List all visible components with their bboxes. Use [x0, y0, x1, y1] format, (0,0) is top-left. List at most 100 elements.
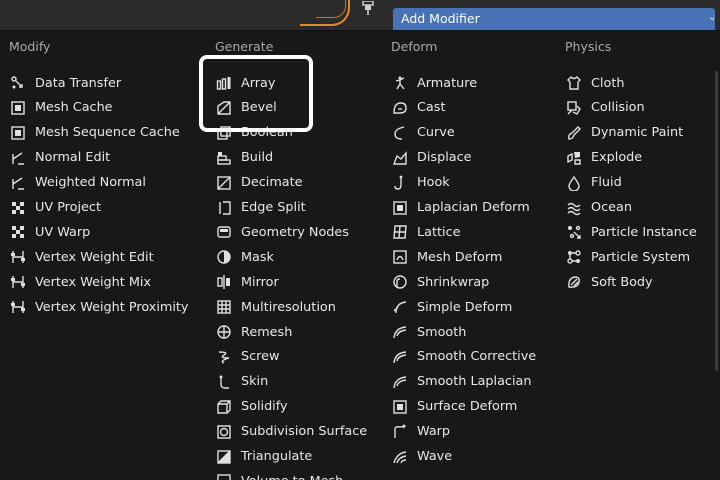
menu-item-boolean[interactable]: Boolean [216, 121, 293, 145]
menu-item-label: Laplacian Deform [417, 200, 530, 215]
menu-item-label: Surface Deform [417, 399, 518, 415]
mirror-icon [216, 274, 232, 290]
cast-icon [392, 100, 408, 116]
menu-item-array[interactable]: Array [216, 71, 275, 95]
menu-item-label: Smooth Corrective [417, 349, 537, 365]
boolean-icon [216, 125, 232, 141]
add-modifier-button[interactable]: Add Modifier ⌄ [393, 8, 717, 30]
menu-item-label: Mesh Cache [35, 100, 113, 116]
menu-item-hook[interactable]: Hook [392, 171, 450, 195]
menu-item-vertex-weight-mix[interactable]: Vertex Weight Mix [10, 270, 151, 294]
menu-item-label: Cast [417, 100, 446, 116]
mask-icon [216, 249, 232, 265]
menu-item-label: Solidify [241, 399, 288, 415]
skin-icon [216, 374, 232, 390]
menu-item-label: Vertex Weight Proximity [35, 299, 189, 315]
menu-item-explode[interactable]: Explode [566, 146, 642, 170]
wave-icon [392, 449, 408, 465]
menu-item-simple-deform[interactable]: Simple Deform [392, 295, 512, 319]
menu-item-data-transfer[interactable]: Data Transfer [10, 71, 121, 95]
displace-icon [392, 150, 408, 166]
menu-item-screw[interactable]: Screw [216, 345, 279, 369]
menu-item-mask[interactable]: Mask [216, 245, 274, 269]
menu-item-mesh-sequence-cache[interactable]: Mesh Sequence Cache [10, 121, 180, 145]
menu-item-vertex-weight-proximity[interactable]: Vertex Weight Proximity [10, 295, 189, 319]
menu-item-remesh[interactable]: Remesh [216, 320, 292, 344]
menu-item-cloth[interactable]: Cloth [566, 71, 624, 95]
particle-instance-icon [566, 224, 582, 240]
menu-item-particle-instance[interactable]: Particle Instance [566, 220, 697, 244]
menu-item-uv-project[interactable]: UV Project [10, 196, 101, 220]
add-modifier-label: Add Modifier [401, 11, 480, 26]
menu-item-solidify[interactable]: Solidify [216, 395, 288, 419]
menu-item-warp[interactable]: Warp [392, 420, 450, 444]
menu-item-build[interactable]: Build [216, 146, 273, 170]
hook-icon [392, 175, 408, 191]
menu-item-label: Screw [241, 349, 280, 365]
vertex-weight-mix-icon [10, 274, 26, 290]
menu-item-weighted-normal[interactable]: Weighted Normal [10, 171, 146, 195]
menu-scrollbar[interactable] [715, 71, 718, 371]
menu-item-label: Data Transfer [35, 75, 122, 91]
menu-item-skin[interactable]: Skin [216, 370, 268, 394]
menu-item-collision[interactable]: Collision [566, 96, 645, 120]
viewport-object-edge-inner [316, 0, 346, 18]
menu-item-label: Cloth [591, 75, 625, 91]
menu-item-triangulate[interactable]: Triangulate [216, 445, 312, 469]
menu-item-label: Warp [417, 424, 451, 440]
menu-item-uv-warp[interactable]: UV Warp [10, 220, 90, 244]
menu-item-smooth-laplacian[interactable]: Smooth Laplacian [392, 370, 531, 394]
fluid-icon [566, 175, 582, 191]
menu-item-multiresolution[interactable]: Multiresolution [216, 295, 336, 319]
menu-item-wave[interactable]: Wave [392, 445, 452, 469]
menu-item-volume-to-mesh[interactable]: Volume to Mesh [216, 469, 343, 480]
menu-item-shrinkwrap[interactable]: Shrinkwrap [392, 270, 489, 294]
menu-item-displace[interactable]: Displace [392, 146, 472, 170]
menu-item-surface-deform[interactable]: Surface Deform [392, 395, 517, 419]
menu-item-label: Particle System [591, 249, 691, 265]
menu-item-label: Edge Split [241, 200, 306, 215]
menu-item-smooth[interactable]: Smooth [392, 320, 466, 344]
menu-item-particle-system[interactable]: Particle System [566, 245, 690, 269]
menu-item-label: Subdivision Surface [241, 424, 368, 440]
menu-item-soft-body[interactable]: Soft Body [566, 270, 653, 294]
menu-item-decimate[interactable]: Decimate [216, 171, 303, 195]
ocean-icon [566, 200, 582, 216]
menu-item-label: Boolean [241, 125, 293, 141]
mesh-sequence-cache-icon [10, 125, 26, 141]
menu-item-mirror[interactable]: Mirror [216, 270, 279, 294]
top-bar: Add Modifier ⌄ [0, 0, 720, 32]
menu-item-ocean[interactable]: Ocean [566, 196, 632, 220]
menu-item-cast[interactable]: Cast [392, 96, 445, 120]
menu-item-label: Particle Instance [591, 224, 697, 240]
menu-item-laplacian-deform[interactable]: Laplacian Deform [392, 196, 530, 220]
menu-item-label: Geometry Nodes [241, 224, 349, 240]
menu-item-label: Dynamic Paint [591, 125, 684, 141]
menu-item-armature[interactable]: Armature [392, 71, 477, 95]
laplacian-deform-icon [392, 200, 408, 216]
menu-item-lattice[interactable]: Lattice [392, 220, 460, 244]
chevron-down-icon: ⌄ [707, 10, 717, 23]
menu-item-normal-edit[interactable]: Normal Edit [10, 146, 110, 170]
menu-item-label: Ocean [591, 200, 632, 215]
menu-item-curve[interactable]: Curve [392, 121, 455, 145]
menu-item-subdivision-surface[interactable]: Subdivision Surface [216, 420, 367, 444]
menu-item-geometry-nodes[interactable]: Geometry Nodes [216, 220, 349, 244]
menu-item-fluid[interactable]: Fluid [566, 171, 622, 195]
menu-item-label: Shrinkwrap [417, 274, 490, 290]
menu-item-label: Smooth [417, 324, 467, 340]
pin-icon[interactable] [360, 0, 376, 15]
menu-item-vertex-weight-edit[interactable]: Vertex Weight Edit [10, 245, 154, 269]
menu-item-edge-split[interactable]: Edge Split [216, 196, 306, 220]
menu-item-mesh-cache[interactable]: Mesh Cache [10, 96, 113, 120]
menu-item-bevel[interactable]: Bevel [216, 96, 277, 120]
menu-item-dynamic-paint[interactable]: Dynamic Paint [566, 121, 683, 145]
column-header-modify: Modify [9, 39, 51, 54]
menu-item-label: Volume to Mesh [241, 474, 343, 480]
decimate-icon [216, 175, 232, 191]
menu-item-label: Explode [591, 150, 643, 166]
menu-item-smooth-corrective[interactable]: Smooth Corrective [392, 345, 536, 369]
bevel-icon [216, 100, 232, 116]
menu-item-label: Mask [241, 249, 274, 265]
menu-item-mesh-deform[interactable]: Mesh Deform [392, 245, 502, 269]
